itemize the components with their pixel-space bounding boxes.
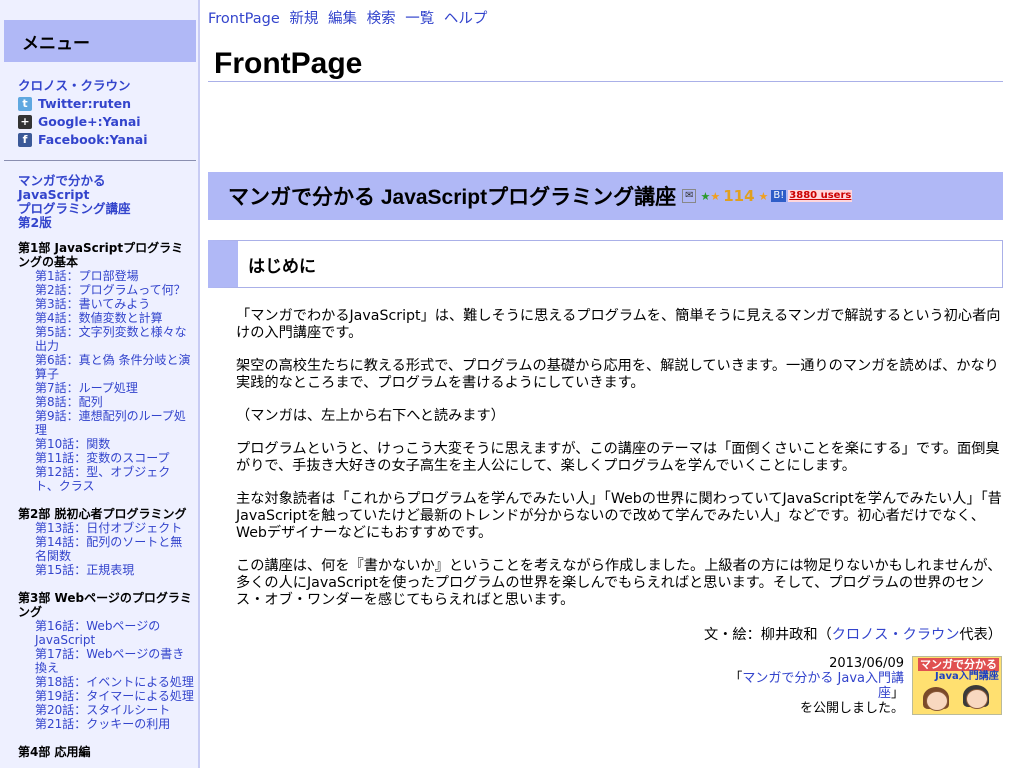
chapter-link[interactable]: 第11話：変数のスコープ (35, 451, 194, 465)
signature-suffix: 代表） (959, 627, 1002, 643)
part-chapter-list: 第16話：Webページの JavaScript 第17話：Webページの書き換え第… (18, 619, 194, 731)
section-heading-text: マンガで分かる JavaScriptプログラミング講座 (228, 186, 677, 209)
news-close-quote: 」 (890, 686, 904, 701)
chapter-link[interactable]: 第8話：配列 (35, 395, 194, 409)
part-title: 第1部 JavaScriptプログラミングの基本 (18, 241, 184, 269)
sidebar-divider (4, 160, 196, 161)
book-title-line: JavaScript (18, 187, 90, 202)
news-link[interactable]: マンガで分かる Java入門講座 (742, 671, 904, 701)
chapter-link[interactable]: 第16話：Webページの JavaScript (35, 619, 194, 647)
signature-prefix: 文・絵：柳井政和（ (704, 627, 832, 643)
chapter-link[interactable]: 第19話：タイマーによる処理 (35, 689, 194, 703)
part-title: 第2部 脱初心者プログラミング (18, 507, 187, 521)
bookmark-users[interactable]: 3880 users (788, 190, 853, 202)
book-title-line: プログラミング講座 (18, 201, 131, 216)
chapter-link[interactable]: 第18話：イベントによる処理 (35, 675, 194, 689)
news-date: 2013/06/09 (829, 656, 904, 671)
paragraph: 架空の高校生たちに教える形式で、プログラムの基礎から応用を、解説していきます。一… (236, 358, 999, 391)
paragraph: 主な対象読者は「これからプログラムを学んでみたい人」「Webの世界に関わっていて… (236, 491, 1002, 541)
twitter-label: Twitter:ruten (38, 96, 131, 111)
chapter-link[interactable]: 第12話：型、オブジェクト、クラス (35, 465, 194, 493)
hatena-star-icon[interactable]: ✉ (682, 189, 697, 203)
twitter-link[interactable]: t Twitter:ruten (18, 95, 148, 113)
news-item: 2013/06/09 「マンガで分かる Java入門講座」 を公開しました。 (704, 656, 904, 716)
paragraph: プログラムというと、けっこう大変そうに思えますが、この講座のテーマは「面倒くさい… (236, 441, 1000, 474)
nav-search[interactable]: 検索 (367, 11, 396, 27)
chapter-link[interactable]: 第9話：連想配列のループ処理 (35, 409, 194, 437)
nav-help[interactable]: ヘルプ (444, 11, 488, 27)
chapter-link[interactable]: 第17話：Webページの書き換え (35, 647, 194, 675)
social-links: クロノス・クラウン t Twitter:ruten + Google+:Yana… (18, 77, 148, 149)
chapter-list: 第1部 JavaScriptプログラミングの基本 第1話：プロ部登場 第2話：プログ… (18, 241, 194, 768)
nav-frontpage[interactable]: FrontPage (208, 11, 280, 27)
chapter-link[interactable]: 第14話：配列のソートと無名関数 (35, 535, 194, 563)
java-course-thumbnail[interactable]: マンガで分かる Java入門講座 (912, 656, 1002, 715)
facebook-icon: f (18, 133, 32, 147)
intro-content: 「マンガでわかるJavaScript」は、難しそうに思えるプログラムを、簡単そう… (236, 308, 1004, 625)
add-star-icon[interactable]: ★ (759, 190, 769, 203)
section-heading: マンガで分かる JavaScriptプログラミング講座 ✉ ★★ 114 ★ B… (208, 172, 1003, 220)
paragraph: 「マンガでわかるJavaScript」は、難しそうに思えるプログラムを、簡単そう… (236, 308, 1001, 341)
signature-link[interactable]: クロノス・クラウン (832, 627, 960, 643)
part-title: 第3部 Webページのプログラミング (18, 591, 192, 619)
chapter-link[interactable]: 第2話：プログラムって何？ (35, 283, 194, 297)
chapter-link[interactable]: 第1話：プロ部登場 (35, 269, 194, 283)
character-face-icon (926, 691, 948, 711)
twitter-icon: t (18, 97, 32, 111)
book-title-line: マンガで分かる (18, 173, 106, 188)
book-title-line: 第2版 (18, 215, 52, 230)
thumb-title-2: Java入門講座 (935, 671, 999, 682)
chapter-link[interactable]: 第4話：数値変数と計算 (35, 311, 194, 325)
paragraph: （マンガは、左上から右下へと読みます） (236, 408, 505, 424)
chapter-link[interactable]: 第21話：クッキーの利用 (35, 717, 194, 731)
character-face-icon (966, 689, 988, 709)
news-open-quote: 「 (729, 671, 743, 686)
google-plus-label: Google+:Yanai (38, 114, 141, 129)
google-plus-icon: + (18, 115, 32, 129)
google-plus-link[interactable]: + Google+:Yanai (18, 113, 148, 131)
part-title: 第4部 応用編 (18, 745, 91, 759)
site-link-label: クロノス・クラウン (18, 78, 131, 93)
hatena-bookmark-icon[interactable]: B! (771, 190, 787, 202)
star-count[interactable]: 114 (723, 187, 754, 205)
author-signature: 文・絵：柳井政和（クロノス・クラウン代表） (704, 624, 1002, 644)
chapter-link[interactable]: 第6話：真と偽 条件分岐と演算子 (35, 353, 194, 381)
chapter-link[interactable]: 第7話：ループ処理 (35, 381, 194, 395)
top-nav: FrontPage 新規 編集 検索 一覧 ヘルプ (208, 7, 492, 28)
menu-heading: メニュー (4, 20, 196, 62)
chapter-link[interactable]: 第10話：関数 (35, 437, 194, 451)
nav-new[interactable]: 新規 (289, 11, 318, 27)
thumb-title-1: マンガで分かる (918, 658, 999, 671)
part-chapter-list: 第1話：プロ部登場 第2話：プログラムって何？ 第3話：書いてみよう 第4話：数値変数… (18, 269, 194, 493)
nav-list[interactable]: 一覧 (405, 11, 434, 27)
chapter-link[interactable]: 第3話：書いてみよう (35, 297, 194, 311)
chapter-link[interactable]: 第5話：文字列変数と様々な出力 (35, 325, 194, 353)
book-title-link[interactable]: マンガで分かる JavaScript プログラミング講座 第2版 (18, 174, 131, 230)
site-link[interactable]: クロノス・クラウン (18, 77, 148, 95)
facebook-label: Facebook:Yanai (38, 132, 148, 147)
paragraph: この講座は、何を『書かないか』ということを考えながら作成しました。上級者の方には… (236, 558, 1002, 608)
star-icons[interactable]: ★★ (700, 190, 720, 203)
chapter-link[interactable]: 第20話：スタイルシート (35, 703, 194, 717)
part-chapter-list: 第13話：日付オブジェクト 第14話：配列のソートと無名関数 第15話：正規表現 (18, 521, 194, 577)
news-tail: を公開しました。 (799, 701, 904, 716)
page-title: FrontPage (208, 46, 1003, 82)
sidebar: メニュー クロノス・クラウン t Twitter:ruten + Google+… (0, 0, 200, 768)
chapter-link[interactable]: 第15話：正規表現 (35, 563, 194, 577)
nav-edit[interactable]: 編集 (328, 11, 357, 27)
subsection-heading: はじめに (208, 240, 1003, 288)
chapter-link[interactable]: 第13話：日付オブジェクト (35, 521, 194, 535)
facebook-link[interactable]: f Facebook:Yanai (18, 131, 148, 149)
